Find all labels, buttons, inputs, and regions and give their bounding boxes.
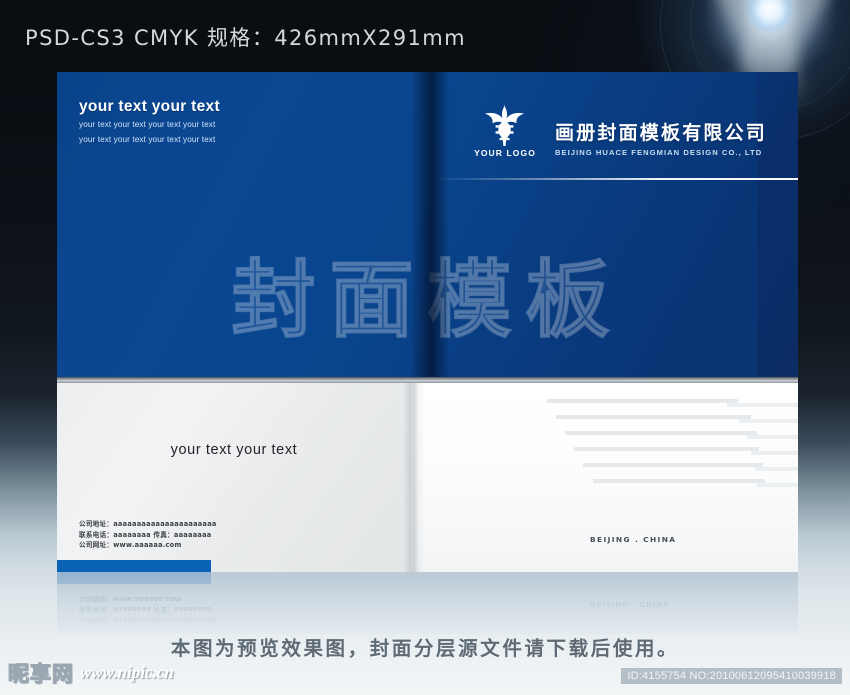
cover-subline-1: your text your text your text your text xyxy=(79,120,216,129)
reflection-tint-overlay xyxy=(57,572,798,634)
brand-text-group: 画册封面模板有限公司 BEIJING HUACE FENGMIAN DESIGN… xyxy=(555,118,767,158)
back-cover-blue-bar xyxy=(57,560,211,572)
lower-white-panel: your text your text 公司地址：aaaaaaaaaaaaaaa… xyxy=(57,383,798,572)
brand-divider-line xyxy=(433,178,798,180)
back-cover-slogan: your text your text xyxy=(170,442,298,458)
contact-website: 公司网址：www.aaaaaa.com xyxy=(79,541,182,549)
image-id-label: ID:4155754 NO:20100612095410039918 xyxy=(621,668,842,684)
spine-shadow-top xyxy=(411,72,449,377)
company-name-en: BEIJING HUACE FENGMIAN DESIGN CO., LTD xyxy=(555,148,763,157)
preview-caption: 本图为预览效果图，封面分层源文件请下载后使用。 xyxy=(170,637,680,660)
brochure-artwork: 封面模板 your text your text your text your … xyxy=(57,72,798,572)
cover-text-block: your text your text your text your text … xyxy=(79,98,220,146)
screenshot-root: PSD-CS3 CMYK 规格：426mmX291mm 封面模板 your te… xyxy=(0,0,850,695)
brand-lockup: YOUR LOGO 画册封面模板有限公司 BEIJING HUACE FENGM… xyxy=(469,104,767,158)
site-watermark: 昵享网 www.nipic.cn xyxy=(7,658,174,688)
logo-caption: YOUR LOGO xyxy=(474,148,536,158)
contact-info-group: 公司地址：aaaaaaaaaaaaaaaaaaaaaa 联系电话：aaaaaaa… xyxy=(79,519,217,551)
spine-shadow-bottom xyxy=(403,383,425,572)
cover-headline: your text your text xyxy=(79,98,220,115)
logo-group: YOUR LOGO xyxy=(469,104,541,158)
cover-subline-2: your text your text your text your text xyxy=(79,135,216,144)
company-name-cn: 画册封面模板有限公司 xyxy=(555,122,768,144)
fleur-de-lis-logo-icon xyxy=(485,105,524,146)
front-cover-top-blue-panel: 封面模板 your text your text your text your … xyxy=(57,72,798,377)
spec-label: PSD-CS3 CMYK 规格：426mmX291mm xyxy=(25,26,467,50)
contact-phone-fax: 联系电话：aaaaaaaa 传真：aaaaaaaa xyxy=(79,530,212,539)
decorative-line-stripes xyxy=(547,395,798,507)
site-watermark-url: www.nipic.cn xyxy=(80,663,174,682)
site-watermark-brand: 昵享网 xyxy=(7,661,74,686)
back-cover-location: BEIJING . CHINA xyxy=(590,535,677,544)
contact-address: 公司地址：aaaaaaaaaaaaaaaaaaaaaa xyxy=(79,520,217,528)
